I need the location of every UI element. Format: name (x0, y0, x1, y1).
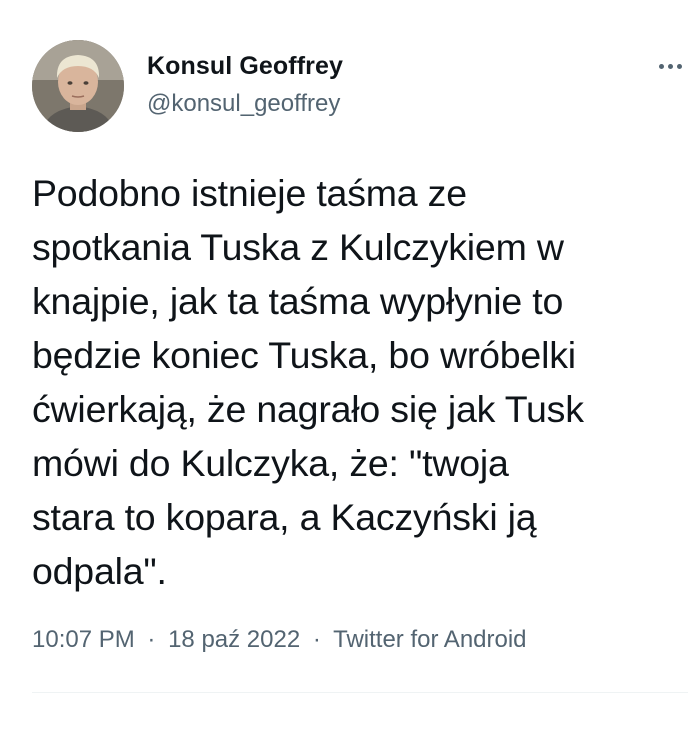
author-handle[interactable]: @konsul_geoffrey (147, 90, 340, 118)
more-horizontal-icon (658, 63, 664, 69)
avatar-image (32, 40, 124, 132)
tweet-meta: 10:07 PM · 18 paź 2022 · Twitter for And… (32, 626, 527, 654)
more-horizontal-icon-dot (667, 63, 673, 69)
meta-separator: · (147, 626, 156, 653)
tweet-text: Podobno istnieje taśma ze spotkania Tusk… (32, 172, 584, 592)
tweet: Konsul Geoffrey @konsul_geoffrey Podobno… (0, 0, 700, 730)
divider (32, 692, 688, 693)
meta-separator: · (312, 626, 321, 653)
author-name[interactable]: Konsul Geoffrey (147, 52, 343, 81)
tweet-source[interactable]: Twitter for Android (333, 626, 526, 653)
tweet-time[interactable]: 10:07 PM (32, 626, 135, 653)
more-horizontal-icon-dot (676, 63, 682, 69)
avatar[interactable] (32, 40, 124, 132)
tweet-date[interactable]: 18 paź 2022 (168, 626, 300, 653)
more-options-button[interactable] (652, 54, 688, 78)
